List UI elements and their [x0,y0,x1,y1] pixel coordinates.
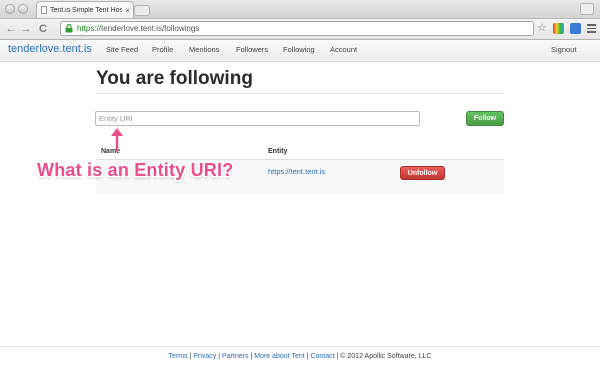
footer-separator: | [336,353,339,360]
entity-uri-input[interactable] [95,111,420,126]
profile-icon[interactable] [580,3,594,15]
extension-blue-icon[interactable] [570,23,581,34]
address-bar[interactable]: https://tenderlove.tent.is/followings [60,21,534,36]
site-navbar: tenderlove.tent.is Site Feed Profile Men… [0,40,600,62]
star-icon[interactable]: ☆ [537,21,547,34]
unfollow-button[interactable]: Unfollow [400,166,445,180]
nav-profile[interactable]: Profile [152,45,173,54]
reload-icon[interactable]: C [36,22,50,36]
title-divider [96,93,504,94]
nav-account[interactable]: Account [330,45,357,54]
page-icon [41,6,47,14]
footer-link-privacy[interactable]: Privacy [193,353,216,360]
browser-tab[interactable]: Tent.is Simple Tent Hosting × [36,1,134,18]
column-header-entity: Entity [268,148,288,155]
nav-mentions[interactable]: Mentions [189,45,219,54]
footer-divider [0,346,600,347]
entity-link[interactable]: https://tent.tent.is [268,167,325,176]
follow-button[interactable]: Follow [466,111,504,126]
nav-followers[interactable]: Followers [236,45,268,54]
footer-link-terms[interactable]: Terms [169,353,188,360]
url-path: tenderlove.tent.is/followings [101,24,200,33]
footer-separator: | [306,353,309,360]
nav-site-feed[interactable]: Site Feed [106,45,138,54]
new-tab-button[interactable] [134,5,150,16]
footer-link-contact[interactable]: Contact [310,353,334,360]
footer-separator: | [189,353,192,360]
lock-icon [65,24,73,33]
close-window-icon[interactable] [5,4,15,14]
footer-link-partners[interactable]: Partners [222,353,248,360]
window-titlebar: Tent.is Simple Tent Hosting × [0,0,600,19]
footer-separator: | [250,353,253,360]
url-scheme: https:// [77,24,102,33]
footer-link-more-about-tent[interactable]: More about Tent [254,353,304,360]
annotation-arrow-icon [111,128,123,151]
browser-toolbar: ← → C https://tenderlove.tent.is/followi… [0,19,600,40]
brand-link[interactable]: tenderlove.tent.is [8,43,92,55]
back-icon[interactable]: ← [4,22,18,36]
footer: Terms | Privacy | Partners | More about … [0,353,600,360]
annotation-callout: What is an Entity URI? [37,160,234,180]
footer-separator: | [218,353,221,360]
copyright: © 2012 Apollic Software, LLC [340,353,432,360]
signout-link[interactable]: Signout [551,45,576,54]
tab-title: Tent.is Simple Tent Hosting [50,6,123,14]
tab-close-icon[interactable]: × [122,6,133,15]
minimize-window-icon[interactable] [18,4,28,14]
menu-icon[interactable] [587,24,596,33]
nav-following[interactable]: Following [283,45,315,54]
forward-icon[interactable]: → [19,22,33,36]
page-title: You are following [96,68,253,89]
extension-color-icon[interactable] [553,23,564,34]
